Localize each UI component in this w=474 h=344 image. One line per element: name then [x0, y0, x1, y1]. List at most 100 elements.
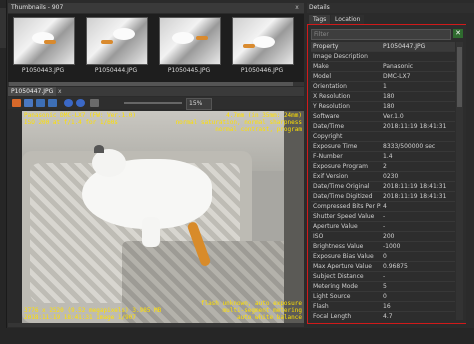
- fit-width-icon[interactable]: [36, 99, 45, 107]
- property-name: Exposure Bias Value: [313, 253, 374, 260]
- table-row[interactable]: Image Description: [311, 52, 455, 62]
- viewer-gutter: [8, 109, 22, 323]
- zoom-out-icon[interactable]: [76, 99, 85, 107]
- property-value: -1000: [383, 243, 401, 250]
- table-row[interactable]: Light Source 0: [311, 292, 455, 302]
- fit-height-icon[interactable]: [48, 99, 57, 107]
- viewer-horizontal-scrollbar[interactable]: [8, 323, 304, 327]
- overlay-camera-info: Panasonic DMC-LX7 (FW: Ver.1.0) ISO 200 …: [24, 112, 136, 126]
- table-row[interactable]: Y Resolution 180: [311, 102, 455, 112]
- table-row[interactable]: Model DMC-LX7: [311, 72, 455, 82]
- table-row[interactable]: ISO 200: [311, 232, 455, 242]
- thumbnail-label: P1050444.JPG: [94, 67, 138, 74]
- property-value: -: [383, 213, 386, 220]
- property-value: 2018:11:19 18:41:31: [383, 193, 447, 200]
- close-icon[interactable]: x: [58, 87, 62, 96]
- property-name: Image Description: [313, 53, 368, 60]
- column-value[interactable]: P1050447.JPG: [383, 42, 453, 51]
- table-row[interactable]: Orientation 1: [311, 82, 455, 92]
- viewer-header: P1050447.JPG x: [8, 87, 304, 96]
- property-name: Light Source: [313, 293, 351, 300]
- overlay-lens-info: 4.7mm (in 35mm: 24mm) normal saturation,…: [175, 112, 302, 133]
- zoom-in-icon[interactable]: [64, 99, 73, 107]
- viewer-toolbar: 15%: [8, 97, 304, 110]
- details-header: Details: [307, 3, 474, 13]
- overlay-flash-info: flash unknown, auto exposure multi-segme…: [200, 300, 302, 321]
- table-row[interactable]: Metering Mode 5: [311, 282, 455, 292]
- property-value: 1: [383, 83, 387, 90]
- close-icon[interactable]: x: [293, 3, 301, 13]
- thumbnail-item[interactable]: P1050446.JPG: [231, 17, 294, 80]
- table-row[interactable]: Flash 16: [311, 302, 455, 312]
- properties-table: Property P1050447.JPG Image Description Mak…: [311, 42, 455, 320]
- photo-cat-ear: [94, 145, 104, 153]
- zoom-select[interactable]: 15%: [186, 98, 212, 110]
- table-row[interactable]: X Resolution 180: [311, 92, 455, 102]
- property-value: 2: [383, 163, 387, 170]
- rotate-icon[interactable]: [24, 99, 33, 107]
- table-row[interactable]: Brightness Value -1000: [311, 242, 455, 252]
- thumbnail-item[interactable]: P1050445.JPG: [158, 17, 221, 80]
- thumbnail-scrollbar[interactable]: [8, 82, 304, 86]
- dock-tab[interactable]: [0, 8, 6, 48]
- table-row[interactable]: Software Ver.1.0: [311, 112, 455, 122]
- thumbnail-label: P1050446.JPG: [240, 67, 284, 74]
- property-name: Brightness Value: [313, 243, 364, 250]
- zoom-slider[interactable]: [124, 102, 182, 104]
- status-bar: [0, 328, 474, 344]
- column-property[interactable]: Property: [313, 42, 381, 51]
- actual-size-icon[interactable]: [90, 99, 99, 107]
- filter-input[interactable]: Filter: [311, 29, 451, 40]
- table-row[interactable]: Compressed Bits Per Pixel4: [311, 202, 455, 212]
- thumbnail-strip: P1050443.JPG P1050444.JPG P1050445.JPG P…: [8, 14, 304, 82]
- table-row[interactable]: Date/Time Original 2018:11:19 18:41:31: [311, 182, 455, 192]
- table-row[interactable]: Max Aperture Value 0.96875: [311, 262, 455, 272]
- property-name: Date/Time Digitized: [313, 193, 373, 200]
- open-icon[interactable]: [12, 99, 21, 107]
- property-value: Ver.1.0: [383, 113, 404, 120]
- table-row[interactable]: Copyright: [311, 132, 455, 142]
- tab-tags[interactable]: Tags: [309, 15, 331, 24]
- property-name: F-Number: [313, 153, 343, 160]
- property-name: Subject Distance: [313, 273, 364, 280]
- tab-location[interactable]: Location: [331, 15, 365, 24]
- details-scrollbar[interactable]: [456, 42, 463, 320]
- table-row[interactable]: Subject Distance -: [311, 272, 455, 282]
- table-row[interactable]: Make Panasonic: [311, 62, 455, 72]
- property-name: Model: [313, 73, 332, 80]
- table-row[interactable]: Exposure Program 2: [311, 162, 455, 172]
- thumbnail-item[interactable]: P1050443.JPG: [12, 17, 75, 80]
- property-value: 1.4: [383, 153, 393, 160]
- details-tabs: Tags Location: [307, 14, 474, 24]
- table-row[interactable]: Focal Length 4.7: [311, 312, 455, 320]
- viewer-tab[interactable]: P1050447.JPG: [8, 87, 57, 96]
- table-row[interactable]: Date/Time 2018:11:19 18:41:31: [311, 122, 455, 132]
- table-row[interactable]: Exposure Time 8333/500000 sec: [311, 142, 455, 152]
- property-name: X Resolution: [313, 93, 351, 100]
- property-value: 8333/500000 sec: [383, 143, 436, 150]
- left-dock-strip: [0, 0, 7, 344]
- property-name: Date/Time Original: [313, 183, 370, 190]
- table-header[interactable]: Property P1050447.JPG: [311, 42, 455, 52]
- table-row[interactable]: Exif Version 0230: [311, 172, 455, 182]
- property-value: Panasonic: [383, 63, 414, 70]
- table-row[interactable]: Date/Time Digitized 2018:11:19 18:41:31: [311, 192, 455, 202]
- photo-cat-head: [92, 149, 126, 177]
- property-value: 16: [383, 303, 391, 310]
- clear-filter-icon[interactable]: ✕: [453, 29, 463, 38]
- thumbnail-item[interactable]: P1050444.JPG: [85, 17, 148, 80]
- table-row[interactable]: Exposure Bias Value 0: [311, 252, 455, 262]
- property-value: 2018:11:19 18:41:31: [383, 123, 447, 130]
- property-value: 4: [383, 203, 387, 210]
- thumbnail-image: [13, 17, 75, 65]
- image-canvas[interactable]: Panasonic DMC-LX7 (FW: Ver.1.0) ISO 200 …: [22, 111, 304, 323]
- property-value: 4.7: [383, 313, 393, 320]
- property-name: Compressed Bits Per Pixel: [313, 203, 381, 210]
- table-row[interactable]: Aperture Value -: [311, 222, 455, 232]
- thumbnail-label: P1050443.JPG: [21, 67, 65, 74]
- property-value: 2018:11:19 18:41:31: [383, 183, 447, 190]
- property-value: -: [383, 223, 386, 230]
- table-row[interactable]: Shutter Speed Value -: [311, 212, 455, 222]
- property-value: -: [383, 273, 386, 280]
- table-row[interactable]: F-Number 1.4: [311, 152, 455, 162]
